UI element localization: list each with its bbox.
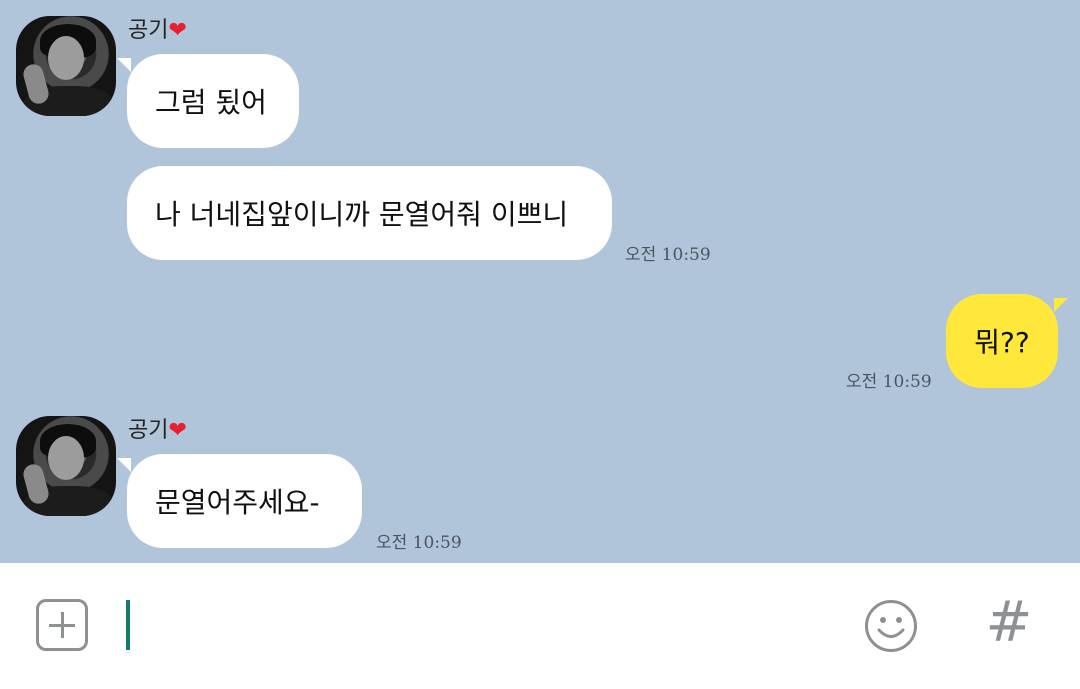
my-message-bubble[interactable]: 뭐?? [946,294,1068,388]
message-bubble[interactable]: 문열어주세요- [117,454,362,548]
input-bar: # [0,563,1080,689]
plus-icon[interactable] [36,599,88,651]
message-time: 오전 10:59 [625,245,711,265]
chat-area[interactable]: 공기❤ 그럼 됬어 나 너네집앞이니까 문열어줘 이쁘니 오전 10:59 오전… [0,0,1080,563]
message-time: 오전 10:59 [846,372,932,392]
sender-name: 공기❤ [128,420,187,442]
message-input[interactable] [120,593,820,657]
sender-name: 공기❤ [128,20,187,42]
heart-icon: ❤ [168,418,187,443]
message-time: 오전 10:59 [376,533,462,553]
message-bubble[interactable]: 나 너네집앞이니까 문열어줘 이쁘니 [127,166,612,260]
message-text: 그럼 됬어 [155,86,267,119]
message-text: 뭐?? [974,326,1030,359]
message-bubble[interactable]: 그럼 됬어 [117,54,299,148]
sender-name-text: 공기 [128,18,169,43]
avatar[interactable] [16,416,116,516]
avatar[interactable] [16,16,116,116]
hashtag-button[interactable]: # [984,591,1034,655]
smiley-icon[interactable] [864,599,918,653]
message-text: 나 너네집앞이니까 문열어줘 이쁘니 [155,198,569,231]
message-text: 문열어주세요- [155,486,320,519]
heart-icon: ❤ [168,18,187,43]
text-cursor [126,600,130,650]
sender-name-text: 공기 [128,418,169,443]
